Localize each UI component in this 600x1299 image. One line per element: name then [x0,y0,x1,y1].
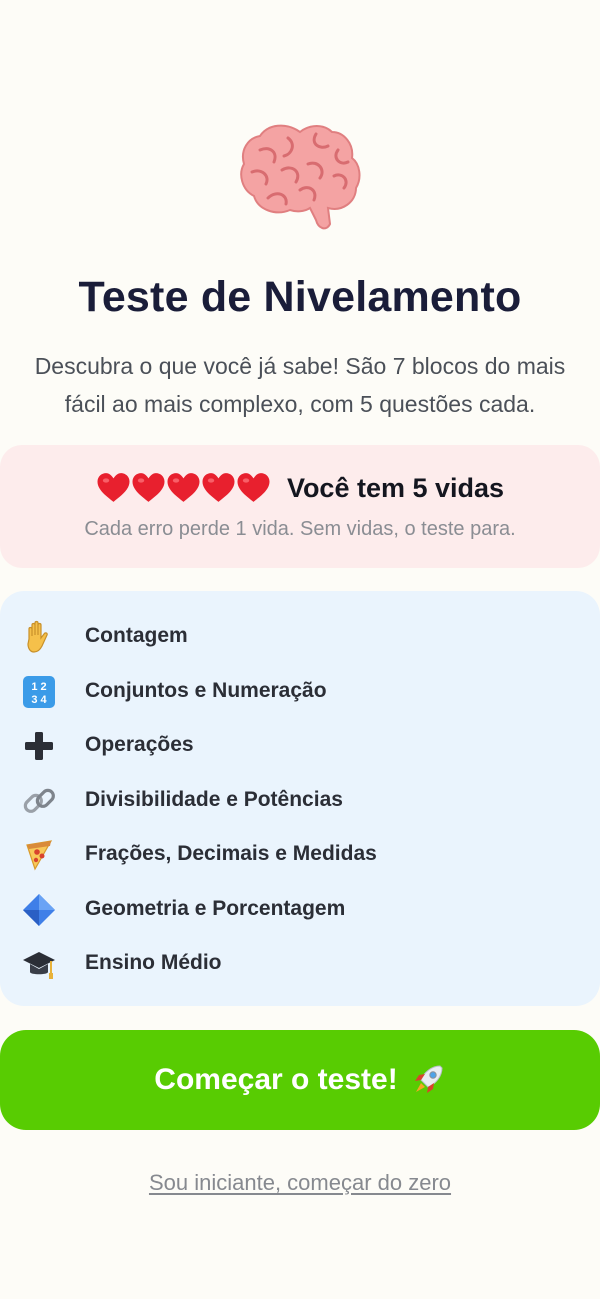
list-item: Operações [0,726,600,766]
topic-label: Conjuntos e Numeração [85,679,327,702]
heart-icon [132,473,165,502]
page-title: Teste de Nivelamento [78,273,522,321]
brain-icon [238,120,362,232]
list-item: 1 2 3 4 Conjuntos e Numeração [0,672,600,712]
lives-description: Cada erro perde 1 vida. Sem vidas, o tes… [84,518,516,540]
blue-diamond-icon [23,894,55,926]
raised-hand-icon [27,620,48,653]
topic-label: Frações, Decimais e Medidas [85,842,377,865]
topic-label: Operações [85,733,194,756]
link-chain-icon [23,788,55,813]
subtitle-line: fácil ao mais complexo, com 5 questões c… [64,391,536,417]
pizza-icon [26,840,53,871]
list-item: Divisibilidade e Potências [0,781,600,821]
heart-icon [167,473,200,502]
hearts-row [96,472,271,504]
numbers-1234-icon: 1 2 3 4 [23,676,55,708]
list-item: Frações, Decimais e Medidas [0,835,600,875]
lives-title: Você tem 5 vidas [286,472,505,503]
svg-text:1 2: 1 2 [31,681,46,693]
start-test-button[interactable]: Começar o teste! [0,1030,600,1130]
list-item: Contagem [0,617,600,657]
page-subtitle: Descubra o que você já sabe! São 7 bloco… [0,347,600,423]
topic-label: Contagem [85,624,188,647]
topic-label: Geometria e Porcentagem [85,897,346,920]
beginner-link[interactable]: Sou iniciante, começar do zero [0,1170,600,1196]
list-item: Geometria e Porcentagem [0,890,600,930]
plus-icon [25,732,53,760]
heart-icon [97,473,130,502]
topic-label: Ensino Médio [85,951,222,974]
rocket-icon [414,1065,443,1093]
heart-icon [202,473,235,502]
subtitle-line: Descubra o que você já sabe! São 7 bloco… [34,353,566,379]
start-test-label: Começar o teste! [154,1063,398,1096]
list-item: Ensino Médio [0,944,600,984]
lives-card: Você tem 5 vidas Cada erro perde 1 vida.… [0,445,600,568]
topics-list: Contagem 1 2 3 4 Conjuntos e Numeração O… [0,591,600,1006]
heart-icon [237,473,270,502]
lives-header: Você tem 5 vidas [0,472,600,504]
graduation-cap-icon [23,952,55,979]
topic-label: Divisibilidade e Potências [85,788,343,811]
svg-text:3 4: 3 4 [31,694,47,706]
